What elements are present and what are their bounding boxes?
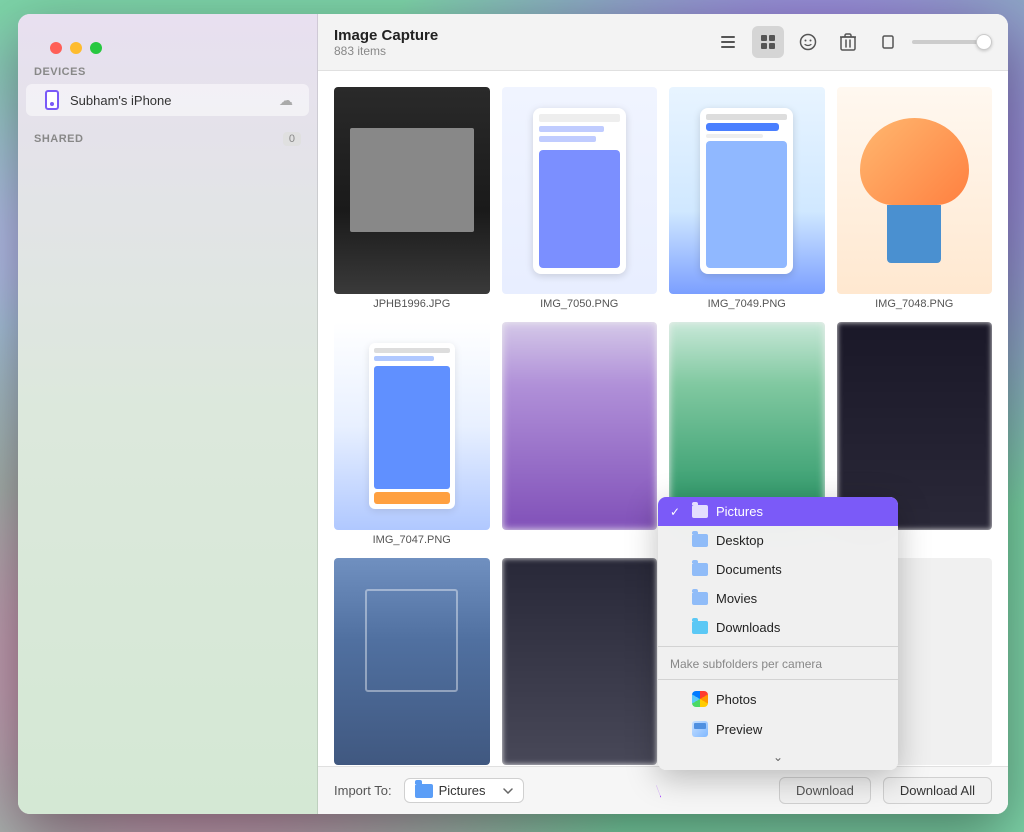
image-label-2: IMG_7050.PNG (540, 298, 618, 310)
image-cell-4[interactable]: IMG_7048.PNG (837, 87, 993, 310)
device-name: Subham's iPhone (70, 93, 279, 108)
dropdown-scroll-down[interactable]: ⌄ (658, 744, 898, 770)
image-thumb-2 (502, 87, 658, 294)
image-thumb-3 (669, 87, 825, 294)
image-label-1: JPHB1996.JPG (373, 298, 450, 310)
dropdown-label-photos: Photos (716, 692, 756, 707)
app-title: Image Capture (334, 27, 712, 44)
shared-section-label: SHARED (34, 133, 83, 145)
emoji-button[interactable] (792, 26, 824, 58)
dropdown-section-camera: Make subfolders per camera (658, 651, 898, 675)
download-button[interactable]: Download (779, 777, 871, 804)
image-cell-9[interactable] (334, 558, 490, 766)
folder-icon-movies (692, 592, 708, 605)
grid-view-button[interactable] (752, 26, 784, 58)
rotate-button[interactable] (872, 26, 904, 58)
folder-icon-downloads (692, 621, 708, 634)
slider-thumb[interactable] (976, 34, 992, 50)
dropdown-item-movies[interactable]: Movies (658, 584, 898, 613)
close-button[interactable] (50, 42, 62, 54)
image-cell-10[interactable] (502, 558, 658, 766)
image-thumb-5 (334, 322, 490, 529)
dropdown-item-preview[interactable]: Preview (658, 714, 898, 744)
folder-icon-pictures (692, 505, 708, 518)
title-area: Image Capture 883 items (334, 27, 712, 58)
preview-app-icon (692, 721, 708, 737)
image-6-placeholder (502, 322, 658, 529)
image-2-placeholder (502, 87, 658, 294)
image-label-3: IMG_7049.PNG (708, 298, 786, 310)
dropdown-label-desktop: Desktop (716, 533, 764, 548)
dropdown-label-movies: Movies (716, 591, 757, 606)
image-10-placeholder (502, 558, 658, 765)
dropdown-label-pictures: Pictures (716, 504, 763, 519)
dropdown-item-pictures[interactable]: ✓ Pictures (658, 497, 898, 526)
sidebar: DEVICES Subham's iPhone ☁ SHARED 0 (18, 14, 318, 814)
photos-app-icon (692, 691, 708, 707)
image-capture-window: DEVICES Subham's iPhone ☁ SHARED 0 Image… (18, 14, 1008, 814)
minimize-button[interactable] (70, 42, 82, 54)
dropdown-label-documents: Documents (716, 562, 782, 577)
item-count: 883 items (334, 44, 712, 58)
toolbar: Image Capture 883 items (318, 14, 1008, 71)
image-thumb-4 (837, 87, 993, 294)
cloud-icon: ☁ (279, 92, 293, 109)
check-mark: ✓ (670, 505, 684, 519)
import-to-dropdown[interactable]: Pictures (404, 778, 524, 803)
image-thumb-9 (334, 558, 490, 765)
image-cell-3[interactable]: IMG_7049.PNG (669, 87, 825, 310)
dropdown-label-preview: Preview (716, 722, 762, 737)
dropdown-menu: ✓ Pictures Desktop Documents (658, 497, 898, 770)
list-view-button[interactable] (712, 26, 744, 58)
image-cell-1[interactable]: JPHB1996.JPG (334, 87, 490, 310)
dropdown-label-downloads: Downloads (716, 620, 780, 635)
image-label-5: IMG_7047.PNG (373, 534, 451, 546)
image-thumb-6 (502, 322, 658, 529)
dropdown-item-desktop[interactable]: Desktop (658, 526, 898, 555)
maximize-button[interactable] (90, 42, 102, 54)
image-1-placeholder (334, 87, 490, 294)
folder-icon-documents (692, 563, 708, 576)
dropdown-item-photos[interactable]: Photos (658, 684, 898, 714)
bottom-bar: Import To: Pictures Download Download Al… (318, 766, 1008, 814)
dropdown-separator-2 (658, 679, 898, 680)
dropdown-item-downloads[interactable]: Downloads (658, 613, 898, 642)
devices-section-label: DEVICES (18, 66, 317, 84)
slider-track (912, 40, 992, 44)
zoom-slider[interactable] (912, 40, 992, 44)
phone-icon (42, 90, 62, 110)
window-controls (36, 28, 336, 68)
sidebar-item-iphone[interactable]: Subham's iPhone ☁ (26, 84, 309, 116)
dropdown-selected-value: Pictures (439, 783, 486, 798)
folder-icon-desktop (692, 534, 708, 547)
image-9-placeholder (334, 558, 490, 765)
dropdown-separator (658, 646, 898, 647)
download-all-button[interactable]: Download All (883, 777, 992, 804)
image-thumb-10 (502, 558, 658, 765)
image-cell-5[interactable]: IMG_7047.PNG (334, 322, 490, 545)
image-3-placeholder (669, 87, 825, 294)
image-thumb-1 (334, 87, 490, 294)
shared-section: SHARED 0 (18, 132, 317, 152)
dropdown-item-documents[interactable]: Documents (658, 555, 898, 584)
image-cell-6[interactable] (502, 322, 658, 545)
image-cell-2[interactable]: IMG_7050.PNG (502, 87, 658, 310)
image-label-4: IMG_7048.PNG (875, 298, 953, 310)
delete-button[interactable] (832, 26, 864, 58)
image-4-placeholder (837, 87, 993, 294)
toolbar-actions (712, 26, 992, 58)
shared-count-badge: 0 (283, 132, 301, 146)
import-to-label: Import To: (334, 783, 392, 798)
image-5-placeholder (334, 322, 490, 529)
main-content: Image Capture 883 items (318, 14, 1008, 814)
